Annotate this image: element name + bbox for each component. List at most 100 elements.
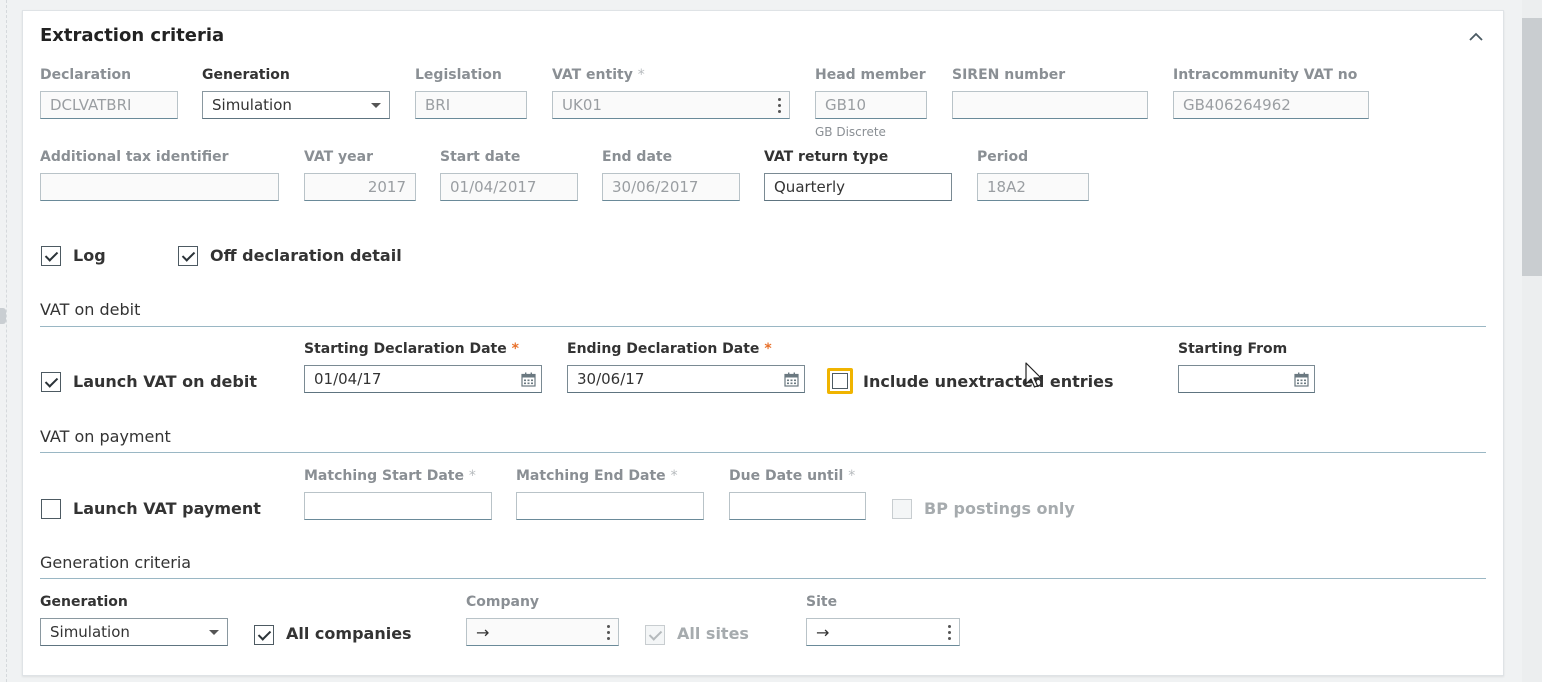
starting-declaration-date-field[interactable]: 01/04/17 <box>304 365 542 393</box>
matching-start-date-label-text: Matching Start Date <box>304 468 464 484</box>
end-date-label: End date <box>602 149 673 165</box>
generation-label: Generation <box>202 67 290 83</box>
off-declaration-detail-label: Off declaration detail <box>210 246 402 265</box>
required-marker: * <box>468 468 476 484</box>
declaration-label: Declaration <box>40 67 132 83</box>
caret-down-icon <box>209 630 219 635</box>
generation-select[interactable]: Simulation <box>202 91 390 119</box>
generation-criteria-generation-select[interactable]: Simulation <box>40 618 228 646</box>
left-panel-handle[interactable] <box>0 308 6 324</box>
ending-declaration-date-value: 30/06/17 <box>577 370 645 388</box>
vat-entity-field[interactable]: UK01 <box>552 91 790 119</box>
vat-entity-value: UK01 <box>562 96 602 114</box>
calendar-icon[interactable] <box>521 372 536 387</box>
launch-vat-payment-label: Launch VAT payment <box>73 499 261 518</box>
intracommunity-vat-label: Intracommunity VAT no <box>1173 67 1358 83</box>
legislation-label: Legislation <box>415 67 502 83</box>
vat-entity-label: VAT entity * <box>552 67 645 83</box>
head-member-description: GB Discrete <box>815 125 886 139</box>
all-companies-checkbox[interactable] <box>254 625 274 645</box>
matching-start-date-label: Matching Start Date * <box>304 468 476 484</box>
matching-end-date-label: Matching End Date * <box>516 468 678 484</box>
starting-declaration-date-label: Starting Declaration Date * <box>304 341 519 357</box>
company-label: Company <box>466 594 540 610</box>
launch-vat-payment-checkbox[interactable] <box>41 499 61 519</box>
period-field[interactable]: 18A2 <box>977 173 1089 201</box>
siren-number-field[interactable] <box>952 91 1148 119</box>
required-marker: * <box>764 341 772 357</box>
more-vertical-icon[interactable] <box>948 625 952 641</box>
bp-postings-only-label: BP postings only <box>924 499 1075 518</box>
left-guide-line <box>6 0 7 682</box>
off-declaration-detail-checkbox[interactable] <box>178 246 198 266</box>
matching-start-date-field[interactable] <box>304 492 492 520</box>
required-marker: * <box>511 341 519 357</box>
vat-year-field[interactable]: 2017 <box>304 173 416 201</box>
section-divider <box>40 452 1486 453</box>
launch-vat-on-debit-label: Launch VAT on debit <box>73 372 257 391</box>
chevron-up-icon[interactable] <box>1466 27 1486 47</box>
due-date-until-label-text: Due Date until <box>729 468 844 484</box>
include-unextracted-entries-checkbox[interactable] <box>827 368 853 394</box>
legislation-field[interactable]: BRI <box>415 91 527 119</box>
calendar-icon[interactable] <box>1294 372 1309 387</box>
calendar-icon[interactable] <box>784 372 799 387</box>
scrollbar-thumb[interactable] <box>1522 18 1542 276</box>
starting-from-label: Starting From <box>1178 341 1288 357</box>
caret-down-icon <box>371 103 381 108</box>
head-member-label: Head member <box>815 67 926 83</box>
intracommunity-vat-field[interactable]: GB406264962 <box>1173 91 1369 119</box>
log-checkbox[interactable] <box>41 246 61 266</box>
generation-criteria-generation-label: Generation <box>40 594 128 610</box>
vat-year-label: VAT year <box>304 149 374 165</box>
vat-return-type-label: VAT return type <box>764 149 889 165</box>
required-marker: * <box>848 468 856 484</box>
starting-declaration-date-label-text: Starting Declaration Date <box>304 341 507 357</box>
vat-on-payment-section-title: VAT on payment <box>40 427 171 446</box>
more-vertical-icon[interactable] <box>778 98 782 114</box>
vat-return-type-field[interactable]: Quarterly <box>764 173 952 201</box>
vat-on-debit-section-title: VAT on debit <box>40 300 141 319</box>
arrow-right-icon: → <box>476 623 490 642</box>
head-member-field[interactable]: GB10 <box>815 91 927 119</box>
panel-title: Extraction criteria <box>40 25 225 46</box>
all-sites-label: All sites <box>677 624 749 643</box>
start-date-label: Start date <box>440 149 521 165</box>
starting-from-field[interactable] <box>1178 365 1315 393</box>
required-marker: * <box>670 468 678 484</box>
due-date-until-label: Due Date until * <box>729 468 855 484</box>
starting-declaration-date-value: 01/04/17 <box>314 370 382 388</box>
matching-end-date-field[interactable] <box>516 492 704 520</box>
extraction-criteria-panel: Extraction criteria Declaration Generati… <box>22 10 1504 676</box>
log-checkbox-label: Log <box>73 246 106 265</box>
matching-end-date-label-text: Matching End Date <box>516 468 666 484</box>
mouse-pointer-icon <box>1025 362 1042 388</box>
required-marker: * <box>637 67 645 83</box>
launch-vat-on-debit-checkbox[interactable] <box>41 372 61 392</box>
end-date-field[interactable]: 30/06/2017 <box>602 173 740 201</box>
vat-entity-label-text: VAT entity <box>552 67 633 83</box>
due-date-until-field[interactable] <box>729 492 866 520</box>
site-label: Site <box>806 594 838 610</box>
section-divider <box>40 578 1486 579</box>
site-field[interactable]: → <box>806 618 960 646</box>
period-label: Period <box>977 149 1029 165</box>
generation-select-value: Simulation <box>212 96 292 114</box>
more-vertical-icon[interactable] <box>607 625 611 641</box>
start-date-field[interactable]: 01/04/2017 <box>440 173 578 201</box>
all-companies-label: All companies <box>286 624 412 643</box>
generation-criteria-section-title: Generation criteria <box>40 553 192 572</box>
bp-postings-only-checkbox[interactable] <box>892 499 912 519</box>
ending-declaration-date-label: Ending Declaration Date * <box>567 341 772 357</box>
additional-tax-identifier-field[interactable] <box>40 173 279 201</box>
include-unextracted-entries-label: Include unextracted entries <box>863 372 1114 391</box>
section-divider <box>40 326 1486 327</box>
vertical-scrollbar[interactable] <box>1522 0 1542 682</box>
siren-number-label: SIREN number <box>952 67 1066 83</box>
ending-declaration-date-field[interactable]: 30/06/17 <box>567 365 805 393</box>
all-sites-checkbox[interactable] <box>645 625 665 645</box>
company-field[interactable]: → <box>466 618 619 646</box>
declaration-field[interactable]: DCLVATBRI <box>40 91 178 119</box>
arrow-right-icon: → <box>816 623 830 642</box>
additional-tax-identifier-label: Additional tax identifier <box>40 149 229 165</box>
